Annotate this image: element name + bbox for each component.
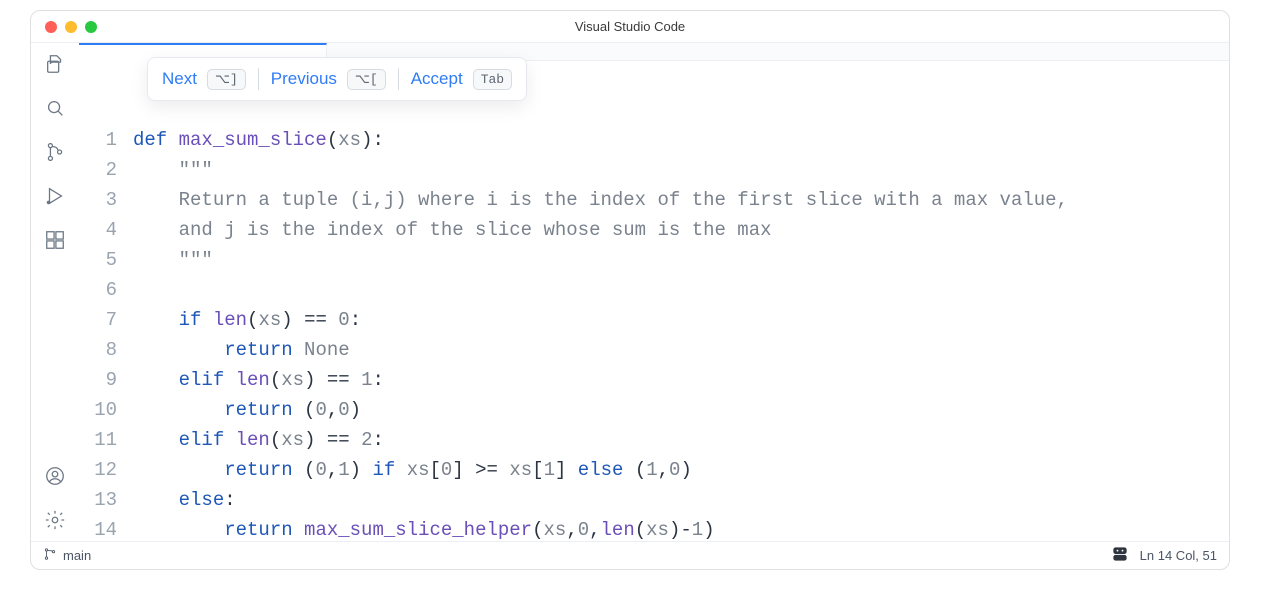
status-bar: main Ln 14 Col, 51 xyxy=(31,541,1229,569)
suggest-next-key: ⌥] xyxy=(207,69,246,90)
copilot-icon[interactable] xyxy=(1110,544,1130,567)
line-number: 4 xyxy=(79,215,133,245)
code-content[interactable]: return max_sum_slice_helper(xs,0,len(xs)… xyxy=(133,515,715,541)
code-line[interactable]: 6 xyxy=(79,275,1229,305)
code-line[interactable]: 12 return (0,1) if xs[0] >= xs[1] else (… xyxy=(79,455,1229,485)
code-line[interactable]: 9 elif len(xs) == 1: xyxy=(79,365,1229,395)
minimize-window-button[interactable] xyxy=(65,21,77,33)
gear-icon[interactable] xyxy=(42,507,68,533)
suggest-next-button[interactable]: Next xyxy=(162,69,197,89)
window-title: Visual Studio Code xyxy=(31,19,1229,34)
code-content[interactable]: elif len(xs) == 1: xyxy=(133,365,384,395)
code-line[interactable]: 3 Return a tuple (i,j) where i is the in… xyxy=(79,185,1229,215)
code-content[interactable]: if len(xs) == 0: xyxy=(133,305,361,335)
line-number: 5 xyxy=(79,245,133,275)
traffic-lights xyxy=(31,21,97,33)
code-content[interactable]: return (0,1) if xs[0] >= xs[1] else (1,0… xyxy=(133,455,692,485)
code-content[interactable]: return None xyxy=(133,335,350,365)
line-number: 14 xyxy=(79,515,133,541)
code-content[interactable]: else: xyxy=(133,485,236,515)
explorer-icon[interactable] xyxy=(42,51,68,77)
suggest-previous-button[interactable]: Previous xyxy=(271,69,337,89)
code-content[interactable]: """ xyxy=(133,155,213,185)
code-line[interactable]: 8 return None xyxy=(79,335,1229,365)
code-content[interactable]: elif len(xs) == 2: xyxy=(133,425,384,455)
editor-area: Next ⌥] Previous ⌥[ Accept Tab 1def max_… xyxy=(79,43,1229,541)
line-number: 6 xyxy=(79,275,133,305)
close-window-button[interactable] xyxy=(45,21,57,33)
separator xyxy=(398,68,399,90)
suggest-previous-key: ⌥[ xyxy=(347,69,386,90)
line-number: 8 xyxy=(79,335,133,365)
code-line[interactable]: 1def max_sum_slice(xs): xyxy=(79,125,1229,155)
branch-icon xyxy=(43,547,57,564)
suggest-accept-button[interactable]: Accept xyxy=(411,69,463,89)
line-number: 1 xyxy=(79,125,133,155)
run-debug-icon[interactable] xyxy=(42,183,68,209)
source-control-icon[interactable] xyxy=(42,139,68,165)
code-content[interactable]: Return a tuple (i,j) where i is the inde… xyxy=(133,185,1068,215)
line-number: 10 xyxy=(79,395,133,425)
code-editor[interactable]: 1def max_sum_slice(xs):2 """3 Return a t… xyxy=(79,61,1229,541)
git-branch-name: main xyxy=(63,548,91,563)
titlebar: Visual Studio Code xyxy=(31,11,1229,43)
line-number: 11 xyxy=(79,425,133,455)
inline-suggest-toolbar: Next ⌥] Previous ⌥[ Accept Tab xyxy=(147,57,527,101)
line-number: 7 xyxy=(79,305,133,335)
code-line[interactable]: 4 and j is the index of the slice whose … xyxy=(79,215,1229,245)
separator xyxy=(258,68,259,90)
code-line[interactable]: 11 elif len(xs) == 2: xyxy=(79,425,1229,455)
line-number: 3 xyxy=(79,185,133,215)
line-number: 9 xyxy=(79,365,133,395)
code-line[interactable]: 7 if len(xs) == 0: xyxy=(79,305,1229,335)
search-icon[interactable] xyxy=(42,95,68,121)
code-content[interactable]: return (0,0) xyxy=(133,395,361,425)
account-icon[interactable] xyxy=(42,463,68,489)
code-content[interactable]: def max_sum_slice(xs): xyxy=(133,125,384,155)
code-content[interactable]: """ xyxy=(133,245,213,275)
code-content[interactable]: and j is the index of the slice whose su… xyxy=(133,215,772,245)
code-line[interactable]: 2 """ xyxy=(79,155,1229,185)
line-number: 12 xyxy=(79,455,133,485)
vscode-window: Visual Studio Code xyxy=(30,10,1230,570)
line-column-indicator[interactable]: Ln 14 Col, 51 xyxy=(1140,548,1217,563)
activity-bar xyxy=(31,43,79,541)
code-line[interactable]: 14 return max_sum_slice_helper(xs,0,len(… xyxy=(79,515,1229,541)
extensions-icon[interactable] xyxy=(42,227,68,253)
code-line[interactable]: 13 else: xyxy=(79,485,1229,515)
maximize-window-button[interactable] xyxy=(85,21,97,33)
git-branch-indicator[interactable]: main xyxy=(43,547,91,564)
line-number: 2 xyxy=(79,155,133,185)
code-line[interactable]: 5 """ xyxy=(79,245,1229,275)
window-body: Next ⌥] Previous ⌥[ Accept Tab 1def max_… xyxy=(31,43,1229,541)
line-number: 13 xyxy=(79,485,133,515)
code-line[interactable]: 10 return (0,0) xyxy=(79,395,1229,425)
suggest-accept-key: Tab xyxy=(473,69,512,90)
